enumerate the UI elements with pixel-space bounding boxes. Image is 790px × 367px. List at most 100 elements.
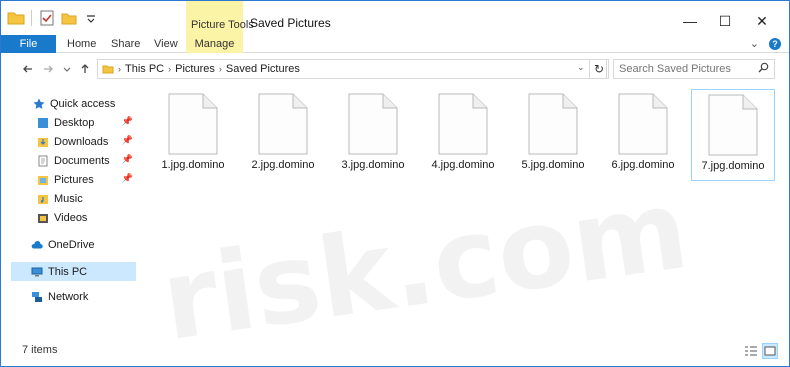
nav-item-documents[interactable]: Documents 📌 (37, 151, 137, 170)
file-item[interactable]: 6.jpg.domino (601, 89, 685, 181)
blank-file-icon (258, 93, 308, 155)
nav-item-desktop[interactable]: Desktop 📌 (37, 113, 137, 132)
forward-button[interactable] (39, 60, 57, 78)
nav-label: Network (48, 290, 89, 303)
nav-label: Quick access (50, 97, 116, 110)
address-row: › This PC › Pictures › Saved Pictures ⌄ … (1, 54, 789, 84)
recent-locations-button[interactable] (58, 60, 76, 78)
maximize-icon: ☐ (718, 12, 732, 29)
file-item-selected[interactable]: 7.jpg.domino (691, 89, 775, 181)
nav-label: OneDrive (48, 238, 95, 251)
nav-this-pc[interactable]: This PC (11, 262, 136, 281)
file-item[interactable]: 4.jpg.domino (421, 89, 505, 181)
details-view-button[interactable] (743, 343, 759, 359)
pin-icon[interactable]: 📌 (122, 135, 133, 146)
refresh-button[interactable]: ↻ (589, 59, 609, 79)
chevron-down-icon (63, 67, 71, 72)
nav-network[interactable]: Network (31, 287, 88, 306)
large-icons-view-icon (764, 346, 776, 356)
navigation-pane: Quick access Desktop 📌 Downloads 📌 Docum… (1, 89, 139, 339)
breadcrumb-chevron-icon[interactable]: › (168, 64, 171, 74)
up-button[interactable] (76, 60, 94, 78)
picture-tools-label: Picture Tools (191, 19, 254, 31)
maximize-button[interactable]: ☐ (710, 11, 740, 31)
blank-file-icon (708, 94, 758, 156)
tab-share[interactable]: Share (111, 35, 140, 53)
nav-label: Music (54, 192, 83, 205)
search-box[interactable] (613, 59, 775, 79)
close-icon: ✕ (756, 12, 768, 29)
search-icon[interactable] (754, 62, 772, 76)
item-count: 7 items (22, 344, 58, 356)
nav-quick-access[interactable]: Quick access (33, 94, 115, 113)
up-arrow-icon (81, 64, 89, 73)
address-dropdown-icon[interactable]: ⌄ (577, 62, 585, 73)
nav-item-music[interactable]: Music (37, 189, 83, 208)
file-name: 5.jpg.domino (521, 159, 585, 171)
nav-label: Downloads (54, 135, 109, 148)
star-icon (33, 98, 45, 109)
nav-label: This PC (48, 265, 88, 278)
file-name: 2.jpg.domino (251, 159, 315, 171)
pictures-icon (38, 175, 48, 185)
properties-icon[interactable] (38, 9, 56, 27)
close-button[interactable]: ✕ (747, 11, 777, 31)
nav-onedrive[interactable]: OneDrive (31, 235, 94, 254)
blank-file-icon (438, 93, 488, 155)
pin-icon[interactable]: 📌 (122, 173, 133, 184)
tab-home[interactable]: Home (67, 35, 96, 53)
nav-item-videos[interactable]: Videos (37, 208, 87, 227)
back-button[interactable] (19, 60, 37, 78)
file-item[interactable]: 2.jpg.domino (241, 89, 325, 181)
breadcrumb-chevron-icon[interactable]: › (219, 64, 222, 74)
customize-toolbar-icon[interactable] (82, 9, 100, 27)
blank-file-icon (618, 93, 668, 155)
file-item[interactable]: 1.jpg.domino (151, 89, 235, 181)
nav-item-pictures[interactable]: Pictures 📌 (37, 170, 137, 189)
ribbon-right-controls: ⌄ ? (750, 37, 781, 50)
minimize-icon: — (683, 13, 697, 29)
blank-file-icon (168, 93, 218, 155)
title-bar: Picture Tools Saved Pictures — ☐ ✕ (1, 1, 789, 51)
documents-icon (38, 155, 48, 166)
file-name: 6.jpg.domino (611, 159, 675, 171)
quick-access-toolbar (7, 9, 100, 27)
search-input[interactable] (614, 60, 754, 78)
nav-label: Desktop (54, 116, 95, 129)
pin-icon[interactable]: 📌 (122, 116, 133, 127)
videos-icon (38, 213, 48, 223)
window-title: Saved Pictures (250, 16, 331, 30)
tab-file[interactable]: File (1, 35, 56, 53)
network-icon (32, 291, 42, 302)
music-icon (38, 194, 48, 204)
breadcrumb-chevron-icon[interactable]: › (118, 64, 121, 74)
expand-ribbon-icon[interactable]: ⌄ (750, 37, 759, 50)
details-view-icon (745, 346, 757, 356)
help-icon[interactable]: ? (769, 37, 781, 50)
file-explorer-window: risk.com Picture Tools Saved Pictures — … (0, 0, 790, 367)
forward-arrow-icon (44, 65, 53, 73)
large-icons-view-button[interactable] (762, 343, 778, 359)
nav-item-downloads[interactable]: Downloads 📌 (37, 132, 137, 151)
file-item[interactable]: 5.jpg.domino (511, 89, 595, 181)
computer-icon (31, 267, 43, 276)
cloud-icon (31, 240, 43, 248)
minimize-button[interactable]: — (675, 11, 705, 31)
file-item[interactable]: 3.jpg.domino (331, 89, 415, 181)
address-bar[interactable]: › This PC › Pictures › Saved Pictures (97, 59, 607, 79)
breadcrumb-this-pc[interactable]: This PC (125, 63, 164, 75)
file-name: 1.jpg.domino (161, 159, 225, 171)
new-folder-icon[interactable] (60, 9, 78, 27)
pin-icon[interactable]: 📌 (122, 154, 133, 165)
tab-view[interactable]: View (154, 35, 178, 53)
tab-manage[interactable]: Manage (186, 35, 243, 53)
nav-label: Videos (54, 211, 88, 224)
nav-label: Documents (54, 154, 110, 167)
breadcrumb-saved-pictures[interactable]: Saved Pictures (226, 63, 300, 75)
folder-icon (102, 65, 114, 74)
breadcrumb-pictures[interactable]: Pictures (175, 63, 215, 75)
toolbar-separator (31, 10, 32, 26)
file-name: 3.jpg.domino (341, 159, 405, 171)
folder-icon (7, 12, 25, 25)
back-arrow-icon (23, 65, 32, 73)
